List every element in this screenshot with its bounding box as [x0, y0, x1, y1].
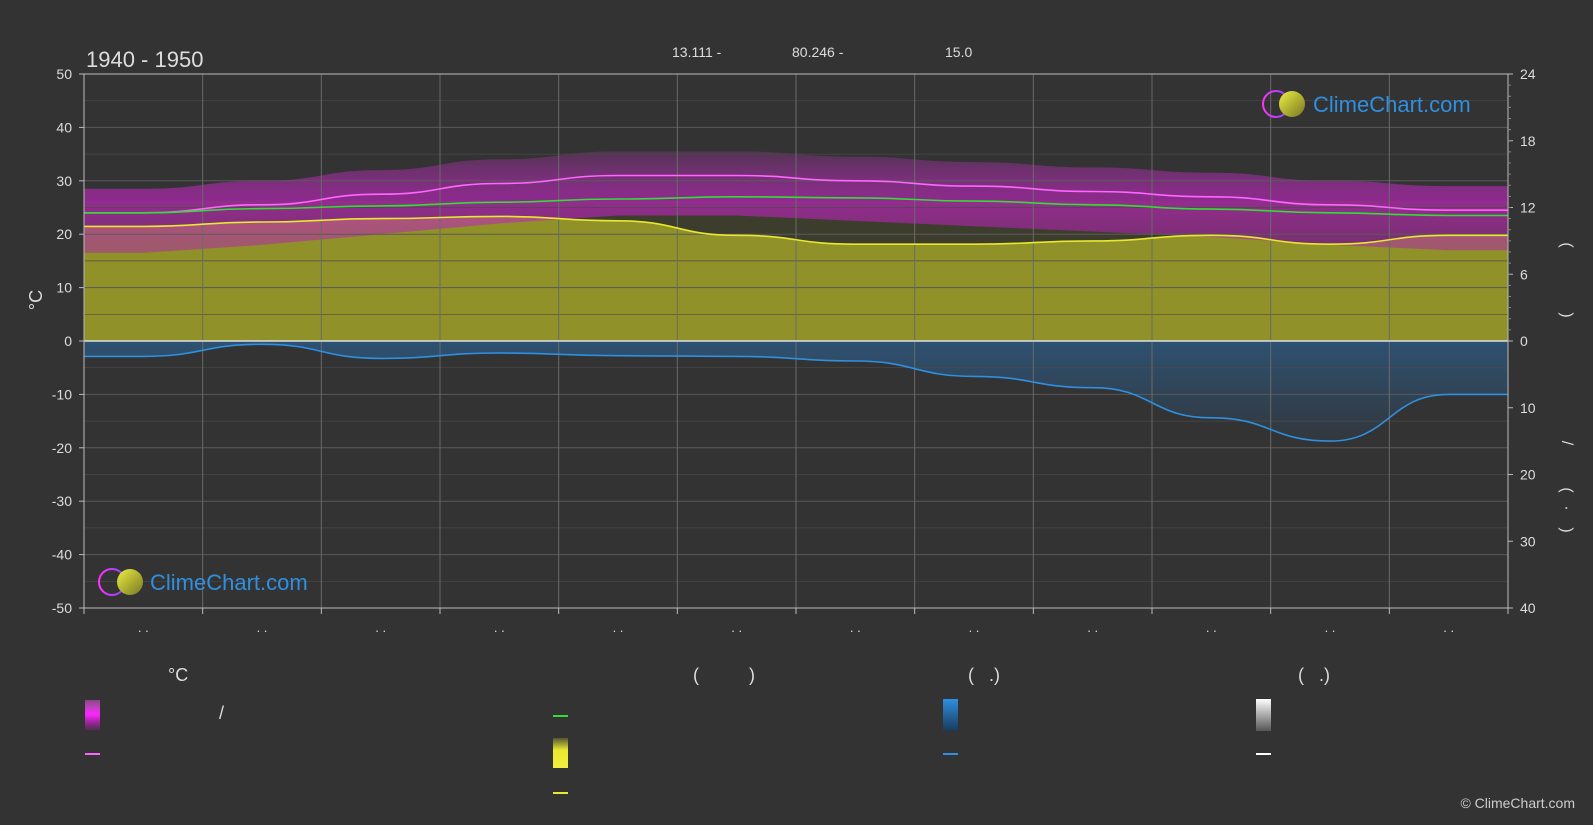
watermark-logo-bottom: ClimeChart.com [98, 568, 308, 596]
legend-swatch-rain-line [943, 753, 958, 755]
x-tick-label: . . [1206, 620, 1217, 635]
legend-temp-range-label: / [219, 703, 225, 723]
legend-swatch-snow-box [1256, 699, 1271, 731]
left-tick-label: -20 [52, 440, 72, 456]
right-upper-tick-label: 12 [1520, 200, 1536, 216]
legend-swatch-sunshine-line [553, 792, 568, 794]
x-tick-label: . . [494, 620, 505, 635]
x-tick-label: . . [613, 620, 624, 635]
elevation-text: 15.0 [945, 44, 972, 60]
left-tick-label: 40 [56, 119, 72, 135]
legend-heading-snow: ( .) [1298, 665, 1330, 685]
right-axis-lower-glyph-4: ) [1558, 527, 1575, 532]
right-lower-tick-label: 40 [1520, 600, 1536, 616]
right-axis-upper-glyph-1: ( [1558, 242, 1575, 248]
right-upper-tick-label: 6 [1520, 266, 1528, 282]
right-axis-lower-glyph-1: / [1558, 441, 1575, 446]
legend-swatch-avg-line [553, 715, 568, 717]
legend-heading-rain: ( .) [968, 665, 1000, 685]
x-tick-label: . . [138, 620, 149, 635]
left-tick-label: -50 [52, 600, 72, 616]
left-tick-label: 10 [56, 280, 72, 296]
logo-sun-icon [117, 569, 143, 595]
x-tick-label: . . [731, 620, 742, 635]
legend-swatch-rain-box [943, 699, 958, 731]
logo-sun-icon [1279, 91, 1305, 117]
left-tick-label: 20 [56, 226, 72, 242]
x-tick-label: . . [375, 620, 386, 635]
watermark-text-top: ClimeChart.com [1313, 92, 1471, 117]
x-tick-label: . . [1443, 620, 1454, 635]
left-tick-label: -40 [52, 547, 72, 563]
legend-heading-sunshine: ( ) [693, 665, 755, 685]
climate-chart: 50 40 30 20 10 0 -10 -20 -30 -40 -50 24 18 12 6 0 10 20 30… [26, 44, 1575, 794]
legend-swatch-sunshine-box [553, 738, 568, 768]
legend-swatch-snow-line [1256, 753, 1271, 755]
right-upper-tick-label: 0 [1520, 333, 1528, 349]
left-tick-label: 30 [56, 173, 72, 189]
right-lower-tick-label: 30 [1520, 533, 1536, 549]
longitude-text: 80.246 - [792, 44, 844, 60]
right-upper-tick-label: 24 [1520, 66, 1536, 82]
legend-swatch-max-line [85, 753, 100, 755]
left-tick-label: -10 [52, 386, 72, 402]
x-tick-label: . . [969, 620, 980, 635]
right-axis-lower-glyph-3: · [1558, 505, 1575, 510]
left-axis-label: °C [26, 290, 46, 310]
right-axis-upper-glyph-2: ) [1558, 312, 1575, 317]
right-upper-tick-label: 18 [1520, 133, 1536, 149]
x-tick-label: . . [1087, 620, 1098, 635]
legend-heading-temperature: °C [168, 665, 189, 685]
right-lower-tick-label: 10 [1520, 400, 1536, 416]
right-lower-tick-label: 20 [1520, 467, 1536, 483]
left-tick-label: 0 [64, 333, 72, 349]
left-tick-label: 50 [56, 66, 72, 82]
latitude-text: 13.111 - [672, 44, 722, 60]
x-tick-label: . . [850, 620, 861, 635]
left-tick-label: -30 [52, 493, 72, 509]
x-tick-label: . . [257, 620, 268, 635]
copyright-text: © ClimeChart.com [1460, 795, 1575, 811]
watermark-logo-top: ClimeChart.com [1262, 90, 1471, 118]
period-title: 1940 - 1950 [86, 47, 203, 72]
watermark-text-bottom: ClimeChart.com [150, 570, 308, 595]
right-axis-lower-glyph-2: ( [1558, 487, 1575, 493]
legend-swatch-temp-range [85, 700, 100, 730]
x-tick-label: . . [1325, 620, 1336, 635]
